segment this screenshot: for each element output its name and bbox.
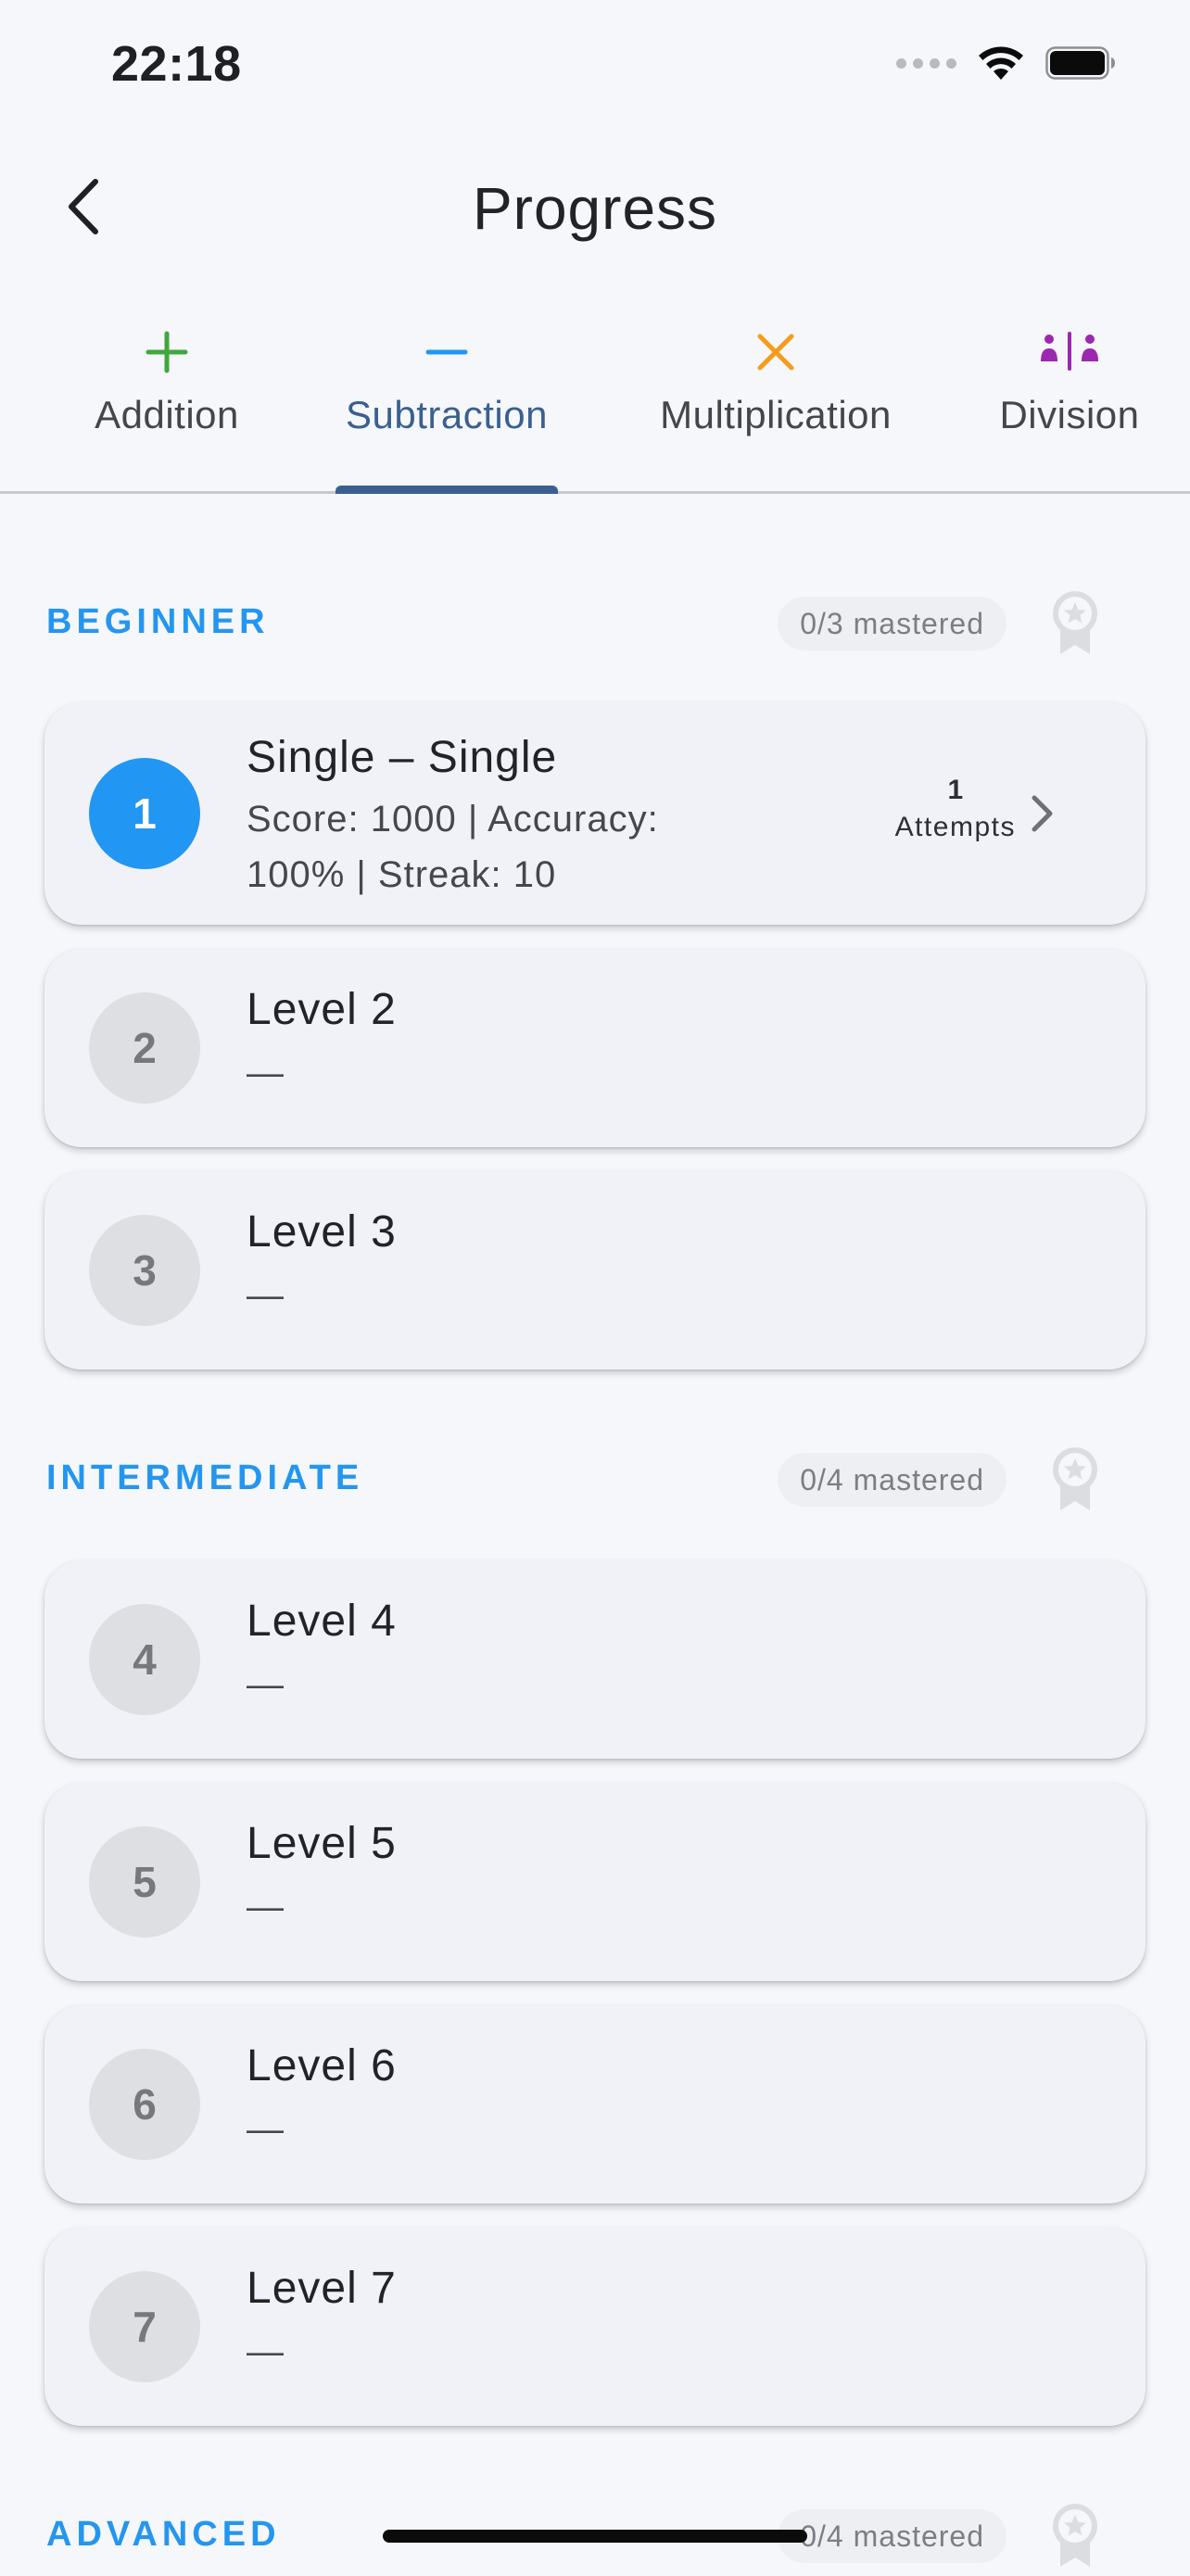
level-card-3[interactable]: 3 Level 3 — [44,1171,1146,1370]
level-card-1[interactable]: 1 Single – Single Score: 1000 | Accuracy… [44,702,1146,925]
nav-header: Progress [0,148,1190,269]
tab-addition[interactable]: Addition [74,315,260,491]
section-title: ADVANCED [46,2515,281,2554]
tab-label: Subtraction [346,393,548,436]
level-stats: — [247,1664,285,1705]
mastered-count-badge: 0/4 mastered [778,2509,1006,2563]
award-ribbon-icon [1053,1447,1097,1510]
times-icon [753,315,798,389]
level-stats: — [247,1275,285,1316]
cellular-signal-icon [896,57,956,69]
section-header-intermediate: INTERMEDIATE 0/4 mastered [46,1446,1144,1520]
level-number-badge: 5 [89,1826,200,1938]
award-ribbon-icon [1053,591,1097,654]
status-icons [896,44,1116,82]
home-indicator[interactable] [383,2530,807,2543]
level-number-badge: 1 [89,758,200,869]
tab-label: Multiplication [660,393,892,436]
page-title: Progress [472,175,718,242]
tab-subtraction[interactable]: Subtraction [335,315,558,491]
level-card-2[interactable]: 2 Level 2 — [44,949,1146,1147]
level-title: Level 6 [247,2041,397,2090]
level-title: Level 3 [247,1207,397,1256]
level-number-badge: 7 [89,2271,200,2382]
section-title: BEGINNER [46,602,270,641]
attempts-count: 1 [947,775,964,805]
level-title: Level 7 [247,2264,397,2313]
mastered-count-badge: 0/3 mastered [778,597,1006,650]
level-stats: — [247,1053,285,1093]
level-card-4[interactable]: 4 Level 4 — [44,1560,1146,1759]
level-number-badge: 6 [89,2049,200,2160]
level-stats: — [247,1887,285,1927]
level-title: Single – Single [247,733,558,782]
wifi-icon [979,46,1023,80]
status-time: 22:18 [111,36,242,92]
status-bar: 22:18 [0,0,1190,130]
section-header-beginner: BEGINNER 0/3 mastered [46,589,1144,663]
award-ribbon-icon [1053,2504,1097,2567]
level-number-badge: 2 [89,992,200,1104]
tab-multiplication[interactable]: Multiplication [646,315,905,491]
tab-label: Division [999,393,1140,436]
tab-label: Addition [95,393,239,436]
division-icon [1037,315,1102,389]
level-title: Level 4 [247,1597,397,1646]
level-stats: — [247,2109,285,2150]
level-number-badge: 4 [89,1604,200,1715]
level-title: Level 5 [247,1819,397,1868]
level-title: Level 2 [247,985,397,1034]
level-stats: Score: 1000 | Accuracy: 100% | Streak: 1… [247,799,659,895]
level-stats: — [247,2331,285,2372]
section-title: INTERMEDIATE [46,1458,364,1497]
plus-icon [145,315,189,389]
chevron-right-icon [1032,795,1053,832]
level-card-7[interactable]: 7 Level 7 — [44,2228,1146,2426]
minus-icon [424,315,469,389]
battery-icon [1045,46,1115,80]
mastered-count-badge: 0/4 mastered [778,1453,1006,1507]
attempts-counter: 1 Attempts [895,775,1016,843]
tab-indicator [335,486,558,494]
operation-tabs: Addition Subtraction Multiplication Divi… [0,315,1190,494]
level-card-6[interactable]: 6 Level 6 — [44,2005,1146,2203]
attempts-label: Attempts [894,812,1016,842]
tab-division[interactable]: Division [990,315,1149,491]
level-number-badge: 3 [89,1215,200,1326]
level-card-5[interactable]: 5 Level 5 — [44,1783,1146,1981]
